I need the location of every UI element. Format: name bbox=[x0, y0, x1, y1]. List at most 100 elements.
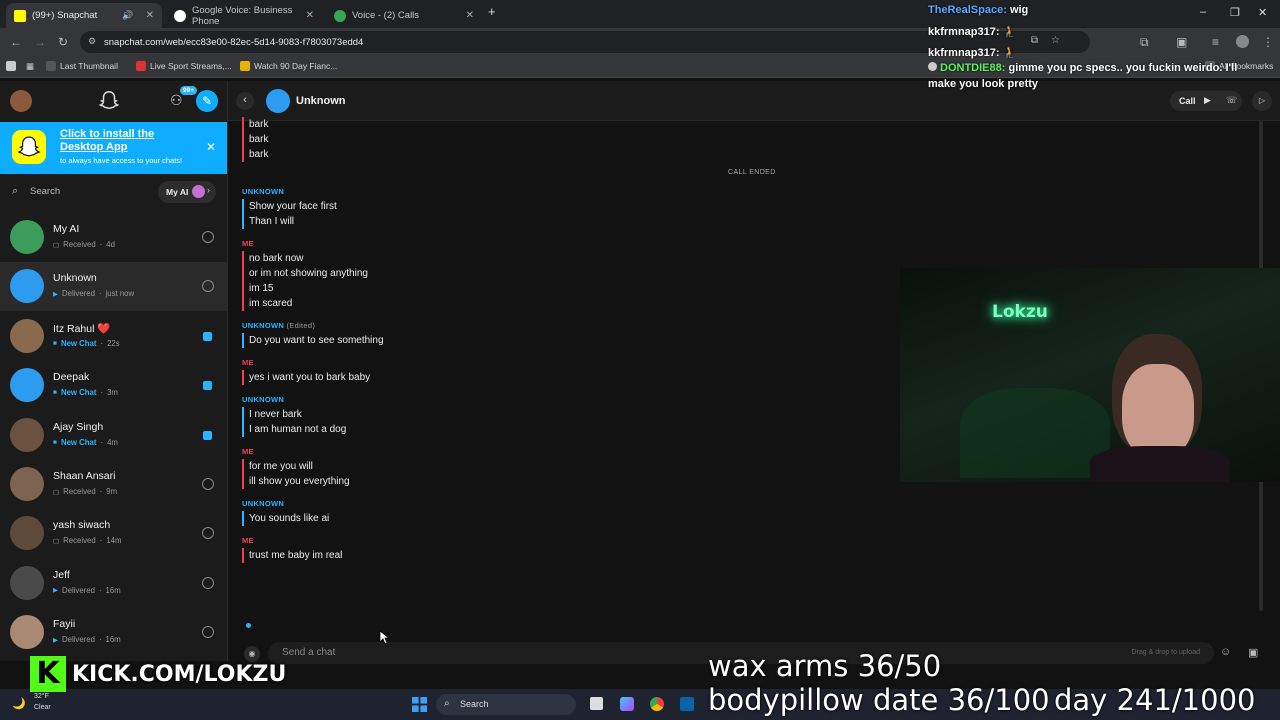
close-tab-icon[interactable]: ✕ bbox=[146, 10, 154, 21]
message-bubble[interactable]: You sounds like ai bbox=[242, 511, 329, 526]
promo-subtitle: to always have access to your chats! bbox=[60, 156, 183, 165]
avatar[interactable] bbox=[10, 220, 44, 254]
chat-list-item[interactable]: Shaan Ansari ▢ Received · 9m bbox=[0, 460, 227, 509]
bookmark-live-sports[interactable]: Live Sport Streams,... bbox=[136, 61, 232, 71]
snapchat-sidebar: ⚇ 99+ ✎ Click to install the Desktop App… bbox=[0, 81, 228, 661]
wax-arms-counter: wax arms 36/50 bbox=[708, 649, 942, 683]
contact-name: yash siwach bbox=[53, 519, 111, 532]
chat-list-item[interactable]: Fayii ▶ Delivered · 16m bbox=[0, 608, 227, 657]
chat-title[interactable]: Unknown bbox=[296, 95, 346, 107]
my-avatar[interactable] bbox=[10, 90, 32, 112]
message-bubble[interactable]: yes i want you to bark baby bbox=[242, 370, 370, 385]
speaker-icon[interactable]: 🔊 bbox=[122, 10, 133, 21]
emoji-icon[interactable]: ☺ bbox=[1220, 646, 1231, 658]
person-shirt bbox=[1090, 446, 1230, 482]
call-button[interactable]: Call ▶ ☏ bbox=[1170, 91, 1242, 111]
chat-bubble-icon[interactable] bbox=[203, 331, 212, 341]
install-desktop-promo[interactable]: Click to install the Desktop App to alwa… bbox=[0, 122, 227, 174]
snapchat-favicon-icon bbox=[14, 9, 26, 22]
camera-icon[interactable] bbox=[202, 576, 214, 589]
ghost-icon[interactable] bbox=[98, 89, 120, 111]
chat-list-item[interactable]: Deepak ■ New Chat · 3m bbox=[0, 361, 227, 410]
message-bubble[interactable]: trust me baby im real bbox=[242, 548, 342, 563]
avatar[interactable] bbox=[10, 368, 44, 403]
message-line: bark bbox=[249, 149, 269, 160]
windows-start-icon[interactable] bbox=[412, 697, 427, 712]
stream-chat-user: kkfrmnap317: bbox=[928, 47, 1000, 59]
contact-status: ▢ Received · 9m bbox=[53, 487, 118, 496]
message-bubble[interactable]: I never bark I am human not a dog bbox=[242, 407, 346, 437]
chat-list-item[interactable]: Ajay Singh ■ New Chat · 4m bbox=[0, 411, 227, 460]
camera-icon[interactable] bbox=[202, 478, 214, 490]
contact-name: Unknown bbox=[53, 272, 97, 285]
close-tab-icon[interactable]: ✕ bbox=[306, 10, 314, 21]
apps-icon[interactable] bbox=[6, 61, 16, 71]
received-icon: ▢ bbox=[53, 241, 60, 249]
new-chat-button[interactable]: ✎ bbox=[196, 90, 218, 112]
message-line: for me you will bbox=[249, 461, 313, 472]
delivered-arrow-icon: ▶ bbox=[53, 290, 58, 298]
avatar[interactable] bbox=[10, 516, 44, 551]
contact-avatar[interactable] bbox=[266, 89, 290, 113]
add-friend-icon[interactable]: ⚇ bbox=[170, 92, 183, 109]
avatar[interactable] bbox=[10, 615, 44, 650]
my-ai-button[interactable]: My AI › bbox=[158, 181, 216, 203]
avatar[interactable] bbox=[10, 318, 44, 353]
camera-icon[interactable] bbox=[202, 280, 214, 293]
message-bubble[interactable]: no bark now or im not showing anything im … bbox=[242, 251, 368, 311]
phone-icon[interactable]: ☏ bbox=[1226, 95, 1237, 106]
close-tab-icon[interactable]: ✕ bbox=[466, 10, 474, 21]
search-input[interactable]: Search bbox=[30, 186, 60, 197]
message-sender: UNKNOWN bbox=[242, 395, 285, 404]
chat-bubble-icon[interactable] bbox=[203, 381, 212, 391]
message-line: or im not showing anything bbox=[249, 268, 368, 279]
camera-icon[interactable] bbox=[202, 527, 214, 540]
expand-icon[interactable]: ▷ bbox=[1252, 91, 1272, 111]
chat-list-item[interactable]: yash siwach ▢ Received · 14m bbox=[0, 509, 227, 558]
avatar[interactable] bbox=[10, 467, 44, 501]
taskbar-search[interactable]: ⌕ Search bbox=[436, 694, 576, 715]
stream-chat-text: 🧎 bbox=[1002, 25, 1017, 38]
chrome-icon[interactable] bbox=[650, 697, 664, 711]
bookmark-90-day[interactable]: Watch 90 Day Fianc... bbox=[240, 61, 337, 71]
weather-icon[interactable]: 🌙 bbox=[12, 697, 26, 710]
chat-list-item[interactable]: Itz Rahul ❤️ ■ New Chat · 22s bbox=[0, 312, 227, 361]
avatar[interactable] bbox=[10, 565, 44, 600]
copilot-icon[interactable] bbox=[620, 697, 634, 711]
close-promo-icon[interactable]: ✕ bbox=[206, 140, 216, 154]
new-tab-icon[interactable]: + bbox=[488, 4, 496, 19]
camera-icon[interactable] bbox=[202, 231, 214, 243]
globe-icon bbox=[46, 61, 56, 71]
message-line: Do you want to see something bbox=[249, 335, 384, 346]
forward-icon[interactable]: → bbox=[34, 35, 46, 49]
site-info-icon[interactable]: ⚙ bbox=[88, 36, 96, 47]
chat-bubble-icon[interactable] bbox=[203, 430, 212, 440]
bookmark-last-thumbnail[interactable]: Last Thumbnail bbox=[46, 61, 118, 71]
grid-icon[interactable]: ▦ bbox=[26, 61, 34, 72]
url-text: snapchat.com/web/ecc83e00-82ec-5d14-9083… bbox=[104, 36, 364, 48]
avatar[interactable] bbox=[10, 269, 44, 304]
chat-list-item[interactable]: My AI ▢ Received · 4d bbox=[0, 213, 227, 262]
task-view-icon[interactable] bbox=[590, 697, 603, 710]
tab-snapchat[interactable]: (99+) Snapchat 🔊 ✕ bbox=[6, 3, 162, 28]
message-bubble[interactable]: Do you want to see something bbox=[242, 333, 384, 348]
chat-list-item[interactable]: Jeff ▶ Delivered · 16m bbox=[0, 559, 227, 608]
message-bubble[interactable]: Show your face first Than I will bbox=[242, 199, 337, 229]
tab-google-voice[interactable]: Google Voice: Business Phone ✕ bbox=[166, 3, 322, 28]
reload-icon[interactable]: ↻ bbox=[58, 35, 68, 49]
contact-status: ■ New Chat · 22s bbox=[53, 338, 120, 348]
my-ai-avatar bbox=[192, 185, 205, 198]
message-bubble[interactable]: for me you will ill show you everything bbox=[242, 459, 350, 489]
sticker-icon[interactable]: ▣ bbox=[1248, 646, 1258, 659]
chat-list-item[interactable]: Unknown ▶ Delivered · just now bbox=[0, 262, 227, 312]
typing-indicator bbox=[246, 623, 251, 628]
avatar[interactable] bbox=[10, 417, 44, 452]
video-call-icon[interactable]: ▶ bbox=[1204, 95, 1211, 106]
tab-voice-calls[interactable]: Voice - (2) Calls ✕ bbox=[326, 3, 482, 28]
back-icon[interactable]: ← bbox=[10, 35, 22, 49]
camera-icon[interactable] bbox=[202, 626, 214, 639]
received-icon: ▢ bbox=[53, 537, 60, 545]
friend-request-badge: 99+ bbox=[180, 86, 198, 95]
back-button[interactable]: ‹ bbox=[236, 92, 254, 110]
app-icon[interactable] bbox=[680, 697, 694, 711]
